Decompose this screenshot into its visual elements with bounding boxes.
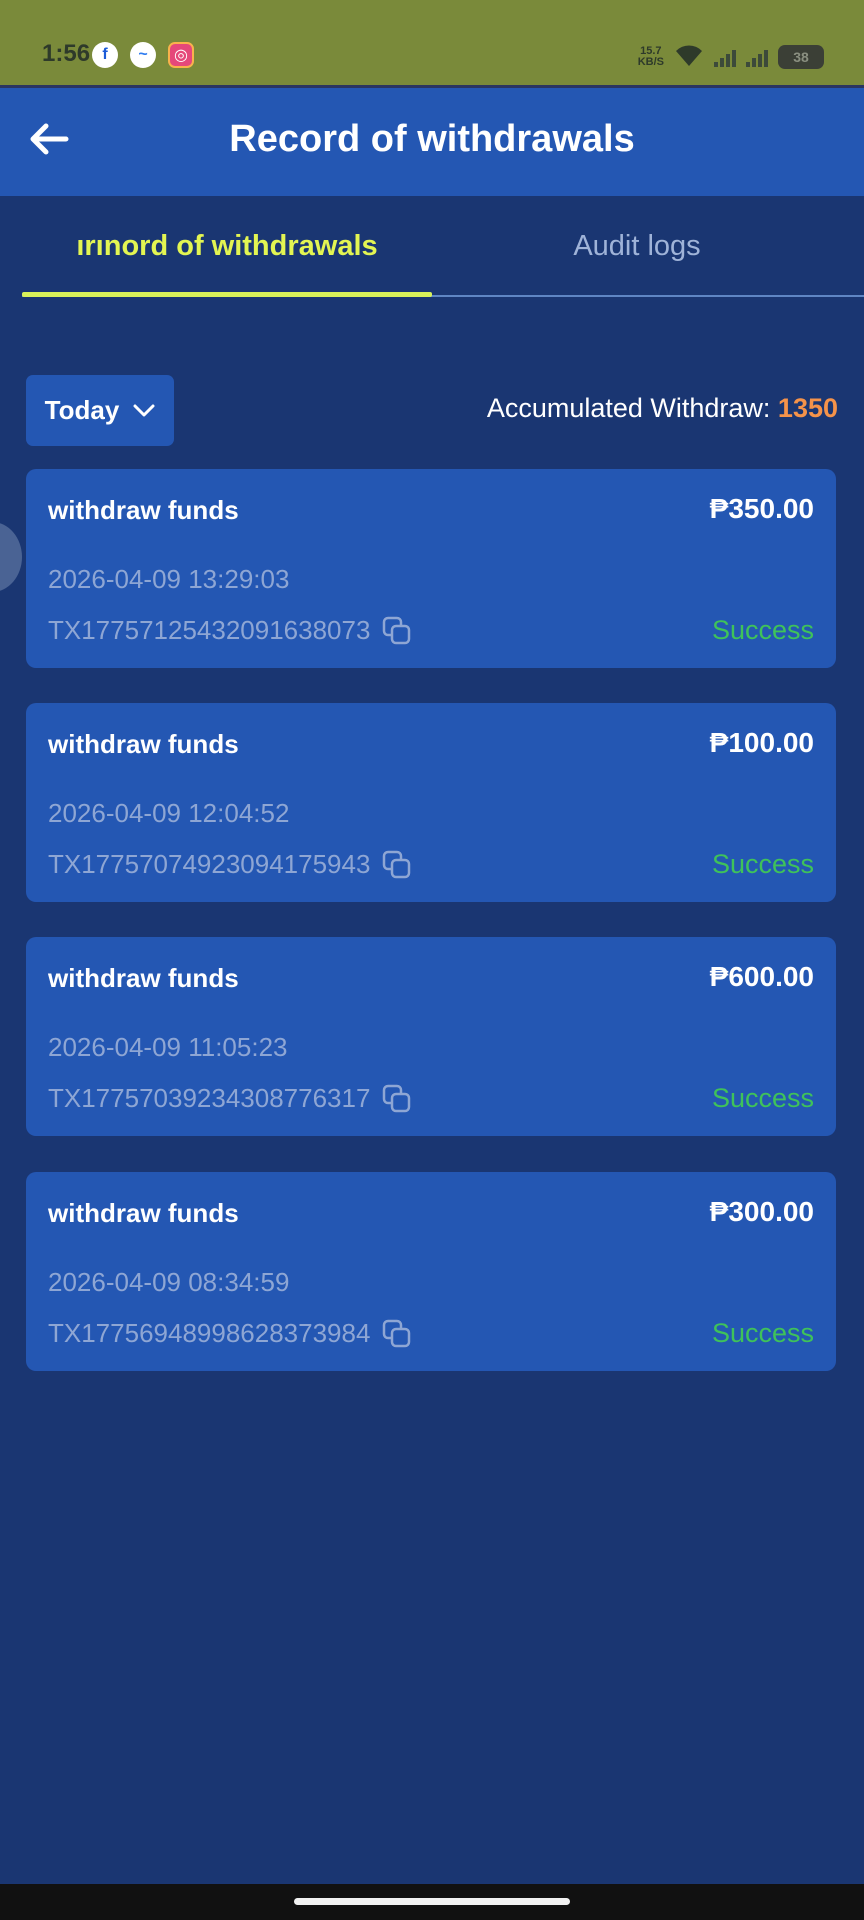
date-filter-dropdown[interactable]: Today: [26, 375, 174, 446]
record-amount: ₱300.00: [709, 1196, 814, 1227]
accumulated-label: Accumulated Withdraw:: [486, 393, 778, 423]
system-nav-bar: [0, 1884, 864, 1920]
wifi-icon: [674, 42, 704, 72]
record-status: Success: [711, 1083, 814, 1113]
record-status: Success: [711, 1318, 814, 1348]
chevron-down-icon: [133, 404, 155, 416]
messenger-icon: ~: [130, 42, 156, 68]
withdrawal-record[interactable]: withdraw funds ₱100.00 2026-04-09 12:04:…: [26, 703, 836, 902]
status-bar: 1:56 f ~ ◎ 15.7 KB/S 38: [0, 0, 864, 88]
copy-icon[interactable]: [382, 1084, 412, 1114]
accumulated-withdraw: Accumulated Withdraw: 1350: [487, 393, 838, 424]
page-title: Record of withdrawals: [229, 118, 635, 160]
status-right: 15.7 KB/S 38: [638, 42, 824, 72]
app-header: Record of withdrawals: [0, 88, 864, 196]
withdrawal-record[interactable]: withdraw funds ₱300.00 2026-04-09 08:34:…: [26, 1172, 836, 1371]
copy-icon[interactable]: [382, 850, 412, 880]
tab-bar: ırınord of withdrawals Audit logs: [0, 196, 864, 300]
withdrawal-record[interactable]: withdraw funds ₱350.00 2026-04-09 13:29:…: [26, 469, 836, 668]
copy-icon[interactable]: [382, 616, 412, 646]
record-txid: TX17757125432091638073: [48, 615, 412, 646]
record-amount: ₱100.00: [709, 727, 814, 758]
facebook-icon: f: [92, 42, 118, 68]
record-txid: TX17757074923094175943: [48, 849, 412, 880]
signal-icon: [714, 47, 736, 67]
withdrawal-record[interactable]: withdraw funds ₱600.00 2026-04-09 11:05:…: [26, 937, 836, 1136]
record-txid-text: TX17757125432091638073: [48, 615, 371, 645]
copy-icon[interactable]: [382, 1319, 412, 1349]
record-time: 2026-04-09 08:34:59: [48, 1267, 290, 1297]
record-status: Success: [711, 849, 814, 879]
signal-icon-2: [746, 47, 768, 67]
tab-audit-logs[interactable]: Audit logs: [432, 196, 842, 296]
floating-bubble[interactable]: [0, 522, 22, 592]
battery-icon: 38: [778, 45, 824, 69]
record-name: withdraw funds: [48, 729, 239, 759]
record-txid-text: TX17757039234308776317: [48, 1083, 371, 1113]
tab-record-of-withdrawals[interactable]: ırınord of withdrawals: [22, 196, 432, 296]
accumulated-value: 1350: [777, 393, 838, 423]
record-txid-text: TX17757074923094175943: [48, 849, 371, 879]
record-txid: TX17756948998628373984: [48, 1318, 412, 1349]
network-speed: 15.7 KB/S: [637, 45, 664, 68]
record-amount: ₱600.00: [709, 961, 814, 992]
record-txid: TX17757039234308776317: [48, 1083, 412, 1114]
record-time: 2026-04-09 12:04:52: [48, 798, 290, 828]
record-status: Success: [711, 615, 814, 645]
instagram-icon: ◎: [168, 42, 194, 68]
record-time: 2026-04-09 13:29:03: [48, 564, 290, 594]
status-time: 1:56: [42, 40, 91, 67]
record-time: 2026-04-09 11:05:23: [48, 1032, 288, 1062]
record-name: withdraw funds: [48, 963, 239, 993]
record-amount: ₱350.00: [709, 493, 814, 524]
home-gesture-handle[interactable]: [294, 1898, 570, 1905]
record-name: withdraw funds: [48, 1198, 239, 1228]
record-name: withdraw funds: [48, 495, 239, 525]
date-filter-label: Today: [44, 395, 120, 425]
active-tab-indicator: [22, 292, 432, 297]
record-txid-text: TX17756948998628373984: [48, 1318, 371, 1348]
